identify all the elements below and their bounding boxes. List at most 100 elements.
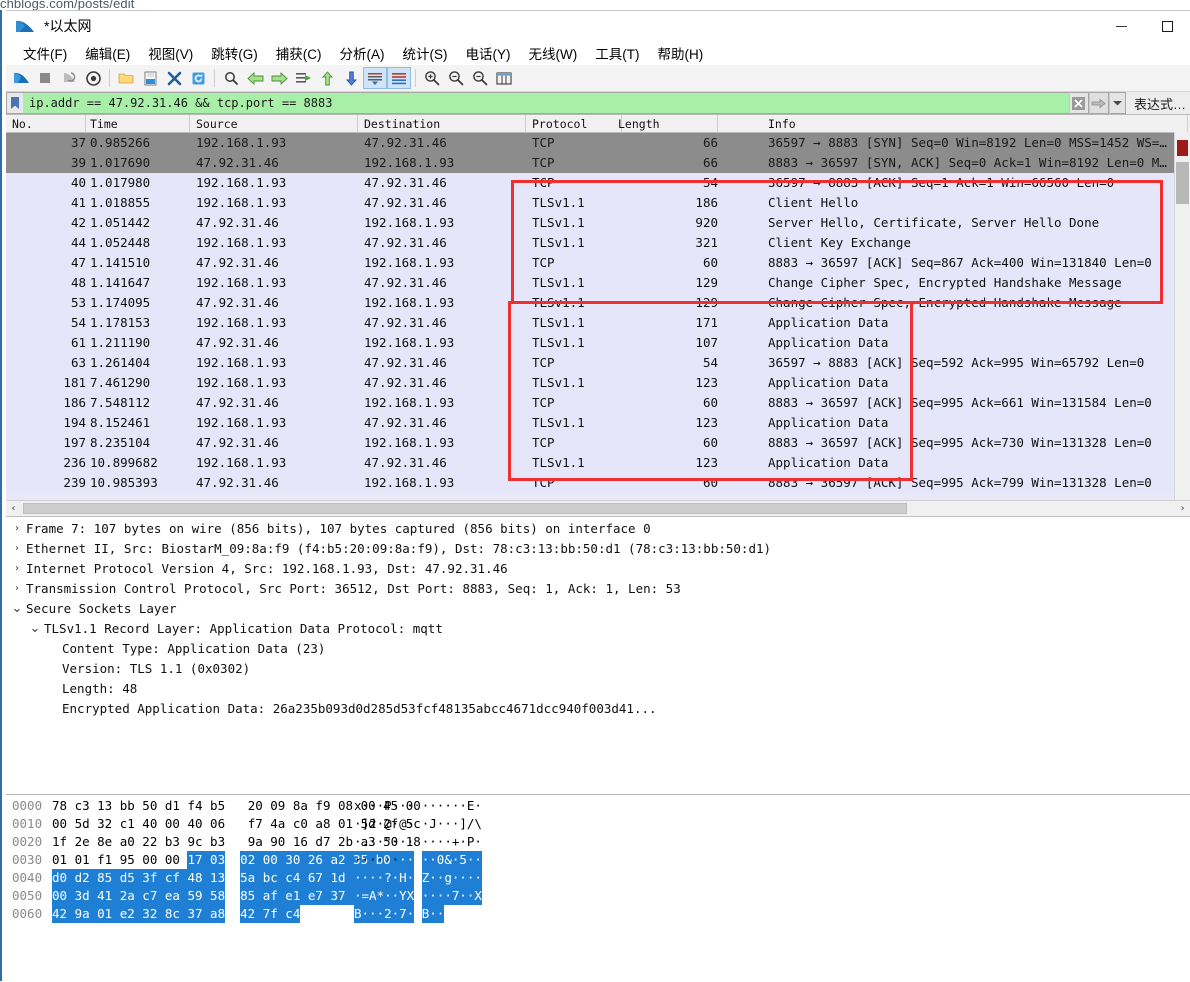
column-header-time[interactable]: Time [90,115,190,132]
find-packet-icon[interactable] [219,67,243,89]
go-last-packet-icon[interactable] [339,67,363,89]
table-row[interactable]: 42 1.051442 47.92.31.46 192.168.1.93 TLSv1.1… [6,213,1190,233]
table-row[interactable]: 40 1.017980 192.168.1.93 47.92.31.46 TCP 54 36… [6,173,1190,193]
table-row[interactable]: 61 1.211190 47.92.31.46 192.168.1.93 TLSv1.1… [6,333,1190,353]
packet-list-horizontal-scrollbar[interactable]: ‹ › [6,500,1190,516]
detail-ethernet[interactable]: › Ethernet II, Src: BiostarM_09:8a:f9 (f4… [6,539,1190,559]
hex-row[interactable]: 0060 42 9a 01 e2 32 8c 37 a8 42 7f c4 B···… [6,905,1190,923]
detail-tcp[interactable]: › Transmission Control Protocol, Src Port… [6,579,1190,599]
menu-capture[interactable]: 捕获(C) [267,41,331,65]
colorize-icon[interactable] [387,67,411,89]
menu-statistics[interactable]: 统计(S) [394,41,457,65]
column-header-info[interactable]: Info [768,115,1188,132]
apply-filter-button[interactable] [1088,92,1109,114]
scroll-right-icon[interactable]: › [1175,501,1190,516]
hscroll-thumb[interactable] [23,503,907,514]
zoom-in-icon[interactable] [420,67,444,89]
filter-expression-button[interactable]: 表达式… [1126,92,1190,114]
detail-tls-record[interactable]: ⌄ TLSv1.1 Record Layer: Application Data … [6,619,1190,639]
hex-byte-group: 17 03 [187,851,226,869]
detail-version[interactable]: Version: TLS 1.1 (0x0302) [6,659,1190,679]
menu-wireless[interactable]: 无线(W) [520,41,587,65]
packet-bytes-pane[interactable]: 0000 78 c3 13 bb 50 d1 f4 b5 20 09 8a f9 … [6,794,1190,982]
start-capture-icon[interactable] [9,67,33,89]
detail-encrypted-data[interactable]: Encrypted Application Data: 26a235b093d0… [6,699,1190,719]
restart-capture-icon[interactable] [57,67,81,89]
close-file-icon[interactable] [162,67,186,89]
resize-columns-icon[interactable] [492,67,516,89]
chevron-down-icon[interactable]: ⌄ [10,602,24,615]
table-row[interactable]: 54 1.178153 192.168.1.93 47.92.31.46 TLSv1.1… [6,313,1190,333]
table-row[interactable]: 48 1.141647 192.168.1.93 47.92.31.46 TLSv1.1… [6,273,1190,293]
hex-row[interactable]: 0030 01 01 f1 95 00 00 17 03 02 00 30 26 … [6,851,1190,869]
chevron-right-icon[interactable]: › [10,579,24,599]
display-filter-input[interactable]: ip.addr == 47.92.31.46 && tcp.port == 88… [23,92,1069,114]
table-row[interactable]: 47 1.141510 47.92.31.46 192.168.1.93 TCP 60 88… [6,253,1190,273]
chevron-down-icon[interactable]: ⌄ [28,622,42,635]
go-back-icon[interactable] [243,67,267,89]
hex-row[interactable]: 0050 00 3d 41 2a c7 ea 59 58 85 af e1 e7 … [6,887,1190,905]
chevron-right-icon[interactable]: › [10,559,24,579]
filter-bookmark-button[interactable] [6,92,23,114]
clear-filter-button[interactable] [1068,92,1089,114]
hex-bytes: 00 3d 41 2a c7 ea 59 58 85 af e1 e7 37 1… [52,887,414,905]
table-row[interactable]: 44 1.052448 192.168.1.93 47.92.31.46 TLSv1.1… [6,233,1190,253]
go-to-packet-icon[interactable] [291,67,315,89]
scroll-left-icon[interactable]: ‹ [6,501,21,516]
column-header-len[interactable]: Length [618,115,718,132]
table-row[interactable]: 239 10.985393 47.92.31.46 192.168.1.93 TCP 60… [6,473,1190,493]
title-bar: *以太网 [6,11,1190,41]
zoom-reset-icon[interactable] [468,67,492,89]
menu-tools[interactable]: 工具(T) [586,41,648,65]
save-file-icon[interactable] [138,67,162,89]
hscroll-track[interactable] [21,501,1175,516]
chevron-right-icon[interactable]: › [10,519,24,539]
capture-options-icon[interactable] [81,67,105,89]
menu-go[interactable]: 跳转(G) [202,41,267,65]
hex-row[interactable]: 0000 78 c3 13 bb 50 d1 f4 b5 20 09 8a f9 … [6,797,1190,815]
menu-edit[interactable]: 编辑(E) [76,41,139,65]
hex-bytes: 1f 2e 8e a0 22 b3 9c b3 9a 90 16 d7 2b a… [52,833,421,851]
menu-analyze[interactable]: 分析(A) [331,41,394,65]
chevron-right-icon[interactable]: › [10,539,24,559]
detail-ssl[interactable]: ⌄ Secure Sockets Layer [6,599,1190,619]
detail-frame[interactable]: › Frame 7: 107 bytes on wire (856 bits), … [6,519,1190,539]
table-row[interactable]: 186 7.548112 47.92.31.46 192.168.1.93 TCP 60 8… [6,393,1190,413]
reload-file-icon[interactable] [186,67,210,89]
column-header-no[interactable]: No. [12,115,86,132]
table-row[interactable]: 197 8.235104 47.92.31.46 192.168.1.93 TCP 60 8… [6,433,1190,453]
table-row[interactable]: 37 0.985266 192.168.1.93 47.92.31.46 TCP 66 36… [6,133,1190,153]
table-row[interactable]: 39 1.017690 47.92.31.46 192.168.1.93 TCP 66 88… [6,153,1190,173]
hex-row[interactable]: 0040 d0 d2 85 d5 3f cf 48 13 5a bc c4 67 … [6,869,1190,887]
filter-history-dropdown[interactable] [1108,92,1126,114]
menu-file[interactable]: 文件(F) [14,41,76,65]
scrollbar-thumb[interactable] [1176,162,1189,204]
packet-details-pane[interactable]: › Frame 7: 107 bytes on wire (856 bits), … [6,516,1190,794]
go-forward-icon[interactable] [267,67,291,89]
hex-row[interactable]: 0010 00 5d 32 c1 40 00 40 06 f7 4a c0 a8 … [6,815,1190,833]
menu-help[interactable]: 帮助(H) [648,41,712,65]
menu-telephony[interactable]: 电话(Y) [457,41,520,65]
stop-capture-icon[interactable] [33,67,57,89]
menu-view[interactable]: 视图(V) [139,41,202,65]
detail-content-type[interactable]: Content Type: Application Data (23) [6,639,1190,659]
maximize-button[interactable] [1144,11,1190,41]
auto-scroll-icon[interactable] [363,67,387,89]
packet-list-vertical-scrollbar[interactable] [1174,132,1190,500]
minimize-button[interactable] [1098,11,1144,41]
table-row[interactable]: 181 7.461290 192.168.1.93 47.92.31.46 TLSv1.… [6,373,1190,393]
column-header-proto[interactable]: Protocol [532,115,622,132]
detail-ipv4[interactable]: › Internet Protocol Version 4, Src: 192.1… [6,559,1190,579]
zoom-out-icon[interactable] [444,67,468,89]
column-header-dst[interactable]: Destination [364,115,526,132]
detail-length[interactable]: Length: 48 [6,679,1190,699]
table-row[interactable]: 63 1.261404 192.168.1.93 47.92.31.46 TCP 54 36… [6,353,1190,373]
hex-row[interactable]: 0020 1f 2e 8e a0 22 b3 9c b3 9a 90 16 d7 … [6,833,1190,851]
table-row[interactable]: 236 10.899682 192.168.1.93 47.92.31.46 TLSv1… [6,453,1190,473]
go-first-packet-icon[interactable] [315,67,339,89]
table-row[interactable]: 41 1.018855 192.168.1.93 47.92.31.46 TLSv1.1… [6,193,1190,213]
table-row[interactable]: 53 1.174095 47.92.31.46 192.168.1.93 TLSv1.1… [6,293,1190,313]
table-row[interactable]: 194 8.152461 192.168.1.93 47.92.31.46 TLSv1.… [6,413,1190,433]
open-file-icon[interactable] [114,67,138,89]
column-header-src[interactable]: Source [196,115,358,132]
